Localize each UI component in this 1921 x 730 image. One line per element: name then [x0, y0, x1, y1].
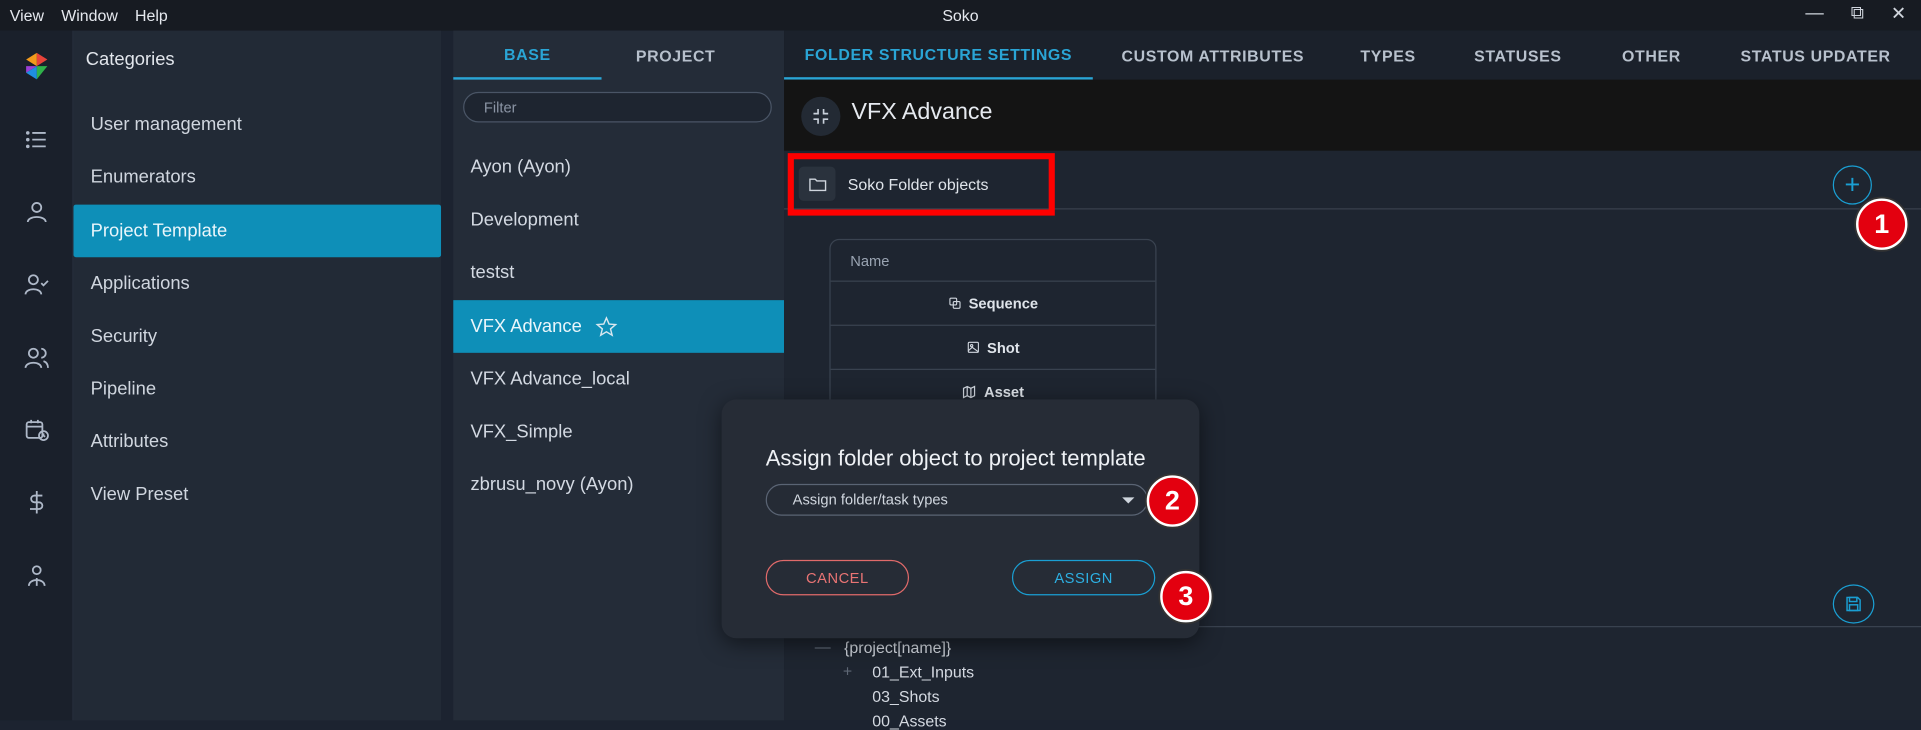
- chevron-down-icon: [1122, 497, 1135, 504]
- tab-custom-attributes[interactable]: CUSTOM ATTRIBUTES: [1093, 31, 1333, 80]
- menu-window[interactable]: Window: [61, 6, 118, 24]
- add-icon[interactable]: +: [1832, 165, 1872, 205]
- settings-tabs: FOLDER STRUCTURE SETTINGS CUSTOM ATTRIBU…: [784, 30, 1921, 80]
- annotation-badge-2: 2: [1146, 475, 1199, 527]
- table-row[interactable]: Shot: [830, 326, 1156, 370]
- table-row[interactable]: Sequence: [830, 282, 1156, 326]
- category-view-preset[interactable]: View Preset: [74, 468, 442, 521]
- cancel-button[interactable]: CANCEL: [765, 559, 910, 596]
- dollar-icon[interactable]: [18, 484, 55, 521]
- template-label: testst: [470, 262, 515, 283]
- category-project-template[interactable]: Project Template: [73, 204, 442, 258]
- star-icon[interactable]: [594, 314, 619, 339]
- tree-node[interactable]: 03_Shots: [872, 687, 939, 705]
- category-enumerators[interactable]: Enumerators: [74, 151, 442, 204]
- menu-bar: View Window Help: [0, 6, 168, 24]
- template-label: VFX Advance: [470, 316, 582, 337]
- app-root: View Window Help Soko — ⧉ ✕ Categories U…: [0, 0, 1921, 730]
- annotation-badge-3: 3: [1160, 570, 1212, 623]
- calendar-clock-icon[interactable]: [18, 412, 55, 449]
- template-label: Ayon (Ayon): [470, 156, 571, 178]
- category-pipeline[interactable]: Pipeline: [74, 363, 442, 416]
- category-label: Attributes: [90, 431, 169, 453]
- icon-rail: [0, 30, 74, 721]
- tab-status-updater[interactable]: STATUS UPDATER: [1710, 31, 1921, 80]
- tree-expand-icon[interactable]: +: [843, 662, 852, 680]
- user-icon[interactable]: [18, 194, 55, 231]
- assign-button[interactable]: ASSIGN: [1011, 559, 1156, 596]
- template-item-vfx-advance[interactable]: VFX Advance: [453, 300, 785, 353]
- tab-statuses[interactable]: STATUSES: [1443, 31, 1592, 80]
- filter-input[interactable]: Filter: [463, 91, 772, 123]
- asset-icon: [963, 385, 976, 399]
- save-icon[interactable]: [1832, 584, 1875, 624]
- annotation-badge-1: 1: [1856, 198, 1908, 250]
- table-cell: Asset: [983, 383, 1024, 401]
- users-icon[interactable]: [18, 339, 55, 376]
- category-label: User management: [90, 113, 242, 135]
- template-label: VFX_Simple: [470, 421, 573, 443]
- tab-other[interactable]: OTHER: [1593, 31, 1711, 80]
- user-group-icon[interactable]: [18, 557, 55, 594]
- user-check-icon[interactable]: [18, 266, 55, 303]
- folder-objects-row: Soko Folder objects +: [784, 151, 1921, 216]
- category-label: Pipeline: [90, 378, 157, 400]
- category-label: Security: [90, 325, 158, 347]
- dialog-title: Assign folder object to project template: [765, 445, 1146, 471]
- tab-types[interactable]: TYPES: [1333, 31, 1443, 80]
- tab-project[interactable]: PROJECT: [602, 31, 750, 80]
- collapse-icon[interactable]: [801, 96, 841, 136]
- minimize-icon[interactable]: —: [1805, 2, 1823, 24]
- menu-help[interactable]: Help: [135, 6, 168, 24]
- template-tabs: BASE PROJECT: [453, 31, 784, 80]
- assign-folder-dialog: Assign folder object to project template…: [721, 399, 1200, 639]
- category-label: View Preset: [90, 483, 189, 505]
- table-header-name: Name: [830, 240, 1156, 282]
- template-label: Development: [470, 209, 579, 231]
- template-item-vfx-advance-local[interactable]: VFX Advance_local: [453, 353, 784, 406]
- category-label: Project Template: [90, 220, 228, 242]
- soko-logo[interactable]: [18, 48, 55, 85]
- category-security[interactable]: Security: [74, 310, 442, 363]
- sequence-icon: [948, 297, 961, 309]
- template-item-ayon[interactable]: Ayon (Ayon): [453, 141, 784, 194]
- categories-title: Categories: [85, 49, 175, 70]
- template-label: VFX Advance_local: [470, 368, 630, 390]
- template-label: zbrusu_novy (Ayon): [470, 474, 634, 495]
- category-user-management[interactable]: User management: [74, 98, 442, 151]
- folder-task-type-select[interactable]: Assign folder/task types: [765, 483, 1148, 516]
- app-title: Soko: [942, 6, 979, 25]
- tab-base[interactable]: BASE: [453, 31, 602, 80]
- title-bar: View Window Help Soko — ⧉ ✕: [0, 0, 1921, 31]
- page-title: VFX Advance: [851, 99, 993, 125]
- table-cell: Sequence: [968, 294, 1039, 312]
- select-placeholder: Assign folder/task types: [792, 491, 948, 509]
- folder-object-table: Name Sequence Shot Asset: [829, 238, 1157, 416]
- tab-folder-structure-settings[interactable]: FOLDER STRUCTURE SETTINGS: [784, 31, 1093, 80]
- template-item-development[interactable]: Development: [453, 194, 784, 247]
- restore-icon[interactable]: ⧉: [1851, 2, 1864, 24]
- categories-panel: Categories User management Enumerators P…: [73, 30, 442, 721]
- category-attributes[interactable]: Attributes: [74, 415, 442, 468]
- menu-view[interactable]: View: [10, 6, 44, 24]
- window-controls: — ⧉ ✕: [1805, 2, 1906, 24]
- tree-root[interactable]: {project[name]}: [844, 638, 951, 656]
- template-header: VFX Advance: [784, 79, 1921, 151]
- category-label: Applications: [90, 273, 190, 295]
- tree-collapse-icon[interactable]: —: [815, 637, 831, 655]
- image-icon: [967, 341, 979, 353]
- close-icon[interactable]: ✕: [1891, 2, 1906, 25]
- list-icon[interactable]: [18, 121, 55, 158]
- highlight-box: [787, 153, 1055, 216]
- category-applications[interactable]: Applications: [74, 257, 442, 310]
- tree-node[interactable]: 01_Ext_Inputs: [872, 663, 974, 681]
- template-item-testst[interactable]: testst: [453, 246, 784, 299]
- tree-node[interactable]: 00_Assets: [872, 712, 946, 730]
- table-cell: Shot: [987, 338, 1020, 356]
- category-label: Enumerators: [90, 166, 196, 188]
